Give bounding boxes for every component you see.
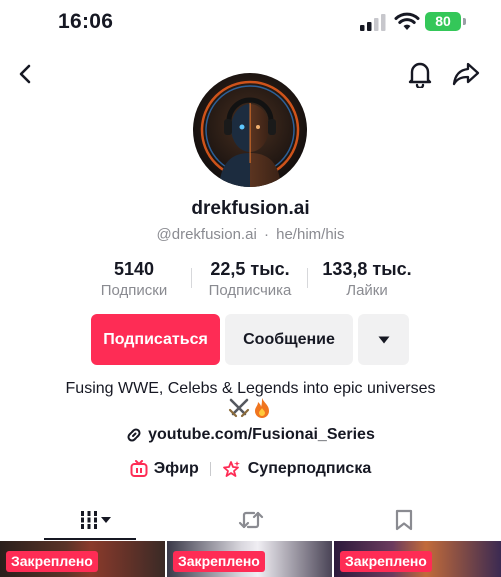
stat-divider	[191, 268, 192, 288]
stat-likes-value: 133,8 тыс.	[322, 259, 412, 279]
message-button[interactable]: Сообщение	[225, 314, 353, 365]
super-follow-button[interactable]: Суперподписка	[222, 460, 371, 478]
active-tab-indicator	[44, 538, 136, 540]
super-follow-icon	[222, 461, 240, 477]
share-icon	[452, 62, 480, 86]
more-options-button[interactable]	[358, 314, 409, 365]
video-thumbnail[interactable]: Закреплено	[334, 541, 501, 577]
chevron-down-icon	[100, 516, 111, 523]
bio-emoji	[228, 397, 274, 419]
crossed-swords-icon	[228, 398, 250, 418]
tab-reposts[interactable]	[226, 503, 276, 537]
bio-text: Fusing WWE, Celebs & Legends into epic u…	[65, 380, 436, 397]
link-icon	[127, 428, 141, 442]
back-button[interactable]	[9, 57, 43, 91]
profile-handle: @drekfusion.ai	[156, 226, 257, 243]
video-thumbnail[interactable]: Закреплено	[167, 541, 332, 577]
follow-button[interactable]: Подписаться	[91, 314, 220, 365]
stat-following[interactable]: 5140 Подписки	[80, 258, 188, 301]
repost-icon	[238, 511, 264, 529]
status-bar: 16:06 80	[0, 0, 501, 46]
battery-level: 80	[435, 13, 451, 29]
pinned-badge: Закреплено	[173, 551, 265, 572]
stat-likes[interactable]: 133,8 тыс. Лайки	[308, 258, 426, 301]
tab-videos[interactable]	[70, 503, 120, 537]
back-icon	[19, 64, 31, 84]
super-follow-label: Суперподписка	[247, 460, 372, 477]
battery-icon: 80	[425, 12, 466, 31]
feature-row: Эфир Суперподписка	[0, 460, 501, 478]
profile-pronouns: he/him/his	[276, 226, 345, 243]
stat-following-value: 5140	[113, 259, 155, 279]
stat-followers-value: 22,5 тыс.	[210, 259, 290, 279]
live-button[interactable]: Эфир	[130, 460, 199, 478]
avatar[interactable]	[193, 73, 307, 187]
status-time: 16:06	[58, 10, 114, 33]
stat-following-label: Подписки	[100, 282, 168, 299]
fire-icon	[255, 398, 269, 418]
feature-divider	[209, 462, 211, 476]
live-label: Эфир	[153, 460, 199, 477]
share-button[interactable]	[449, 57, 483, 91]
wifi-icon	[394, 12, 420, 30]
profile-link[interactable]: youtube.com/Fusionai_Series	[0, 426, 501, 444]
grid-icon	[79, 511, 98, 529]
bell-icon	[408, 62, 432, 88]
pinned-badge: Закреплено	[340, 551, 432, 572]
signal-icon	[360, 14, 386, 31]
pinned-badge: Закреплено	[6, 551, 98, 572]
profile-handle-row: @drekfusion.ai · he/him/his	[0, 226, 501, 243]
stat-likes-label: Лайки	[346, 282, 388, 299]
profile-link-text: youtube.com/Fusionai_Series	[148, 426, 375, 443]
notifications-button[interactable]	[403, 57, 437, 91]
caret-down-icon	[378, 336, 389, 343]
live-tv-icon	[130, 460, 148, 477]
video-thumbnail[interactable]: Закреплено	[0, 541, 165, 577]
handle-separator: ·	[263, 226, 269, 243]
bookmark-icon	[395, 509, 413, 531]
tab-saved[interactable]	[381, 503, 427, 537]
profile-username: drekfusion.ai	[191, 198, 310, 219]
stat-followers[interactable]: 22,5 тыс. Подписчика	[196, 258, 304, 301]
stat-followers-label: Подписчика	[208, 282, 292, 299]
